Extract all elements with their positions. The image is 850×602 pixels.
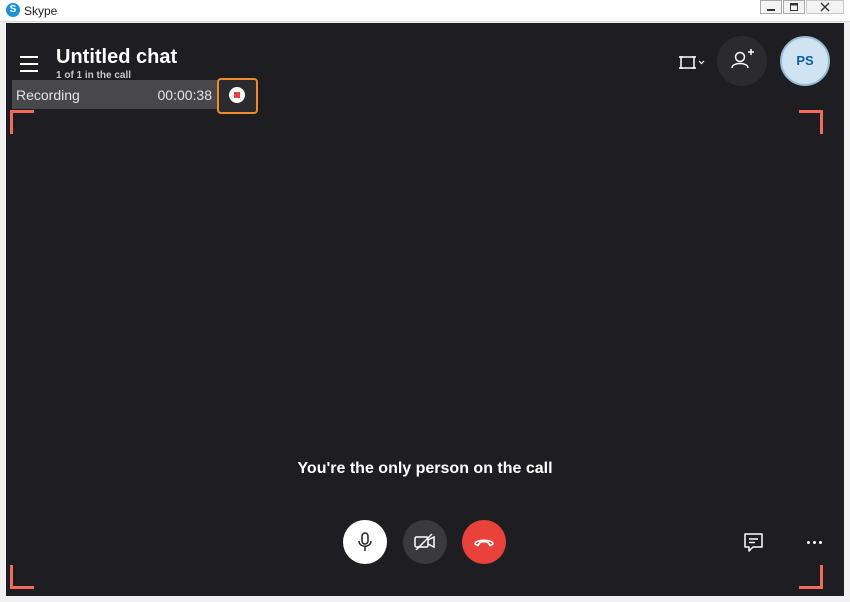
recording-banner: Recording 00:00:38 [12, 80, 218, 109]
close-icon [820, 2, 830, 12]
recording-label: Recording [16, 87, 80, 103]
hang-up-icon [474, 539, 494, 547]
more-options-icon[interactable] [800, 528, 828, 556]
view-layout-button[interactable] [678, 53, 708, 73]
mute-button[interactable] [343, 520, 387, 564]
close-button[interactable] [806, 0, 844, 14]
window-title: Skype [24, 4, 58, 18]
maximize-icon [790, 3, 798, 11]
window-titlebar: S Skype [0, 0, 850, 22]
minimize-button[interactable] [760, 0, 782, 14]
add-person-button[interactable] [717, 36, 767, 86]
minimize-icon [767, 9, 775, 11]
view-layout-icon [679, 56, 705, 69]
stop-recording-button[interactable] [217, 78, 258, 114]
frame-corner-bottom-right [799, 565, 823, 589]
video-toggle-button[interactable] [403, 520, 447, 564]
recording-timer: 00:00:38 [157, 87, 213, 103]
add-person-icon [731, 49, 754, 69]
camera-off-icon [414, 533, 435, 551]
microphone-icon [358, 532, 372, 551]
chat-button[interactable] [740, 528, 768, 556]
chat-icon [744, 533, 763, 552]
chat-title: Untitled chat [56, 46, 178, 68]
frame-corner-top-left [10, 110, 34, 134]
call-view: Untitled chat 1 of 1 in the call Recordi… [6, 23, 844, 596]
hamburger-menu-icon[interactable] [20, 56, 40, 72]
hang-up-button[interactable] [462, 520, 506, 564]
user-avatar[interactable]: PS [780, 36, 830, 86]
frame-corner-bottom-left [10, 565, 34, 589]
maximize-button[interactable] [783, 0, 805, 14]
call-status-message: You're the only person on the call [297, 460, 553, 477]
skype-logo-icon: S [6, 3, 20, 17]
frame-corner-top-right [799, 110, 823, 134]
